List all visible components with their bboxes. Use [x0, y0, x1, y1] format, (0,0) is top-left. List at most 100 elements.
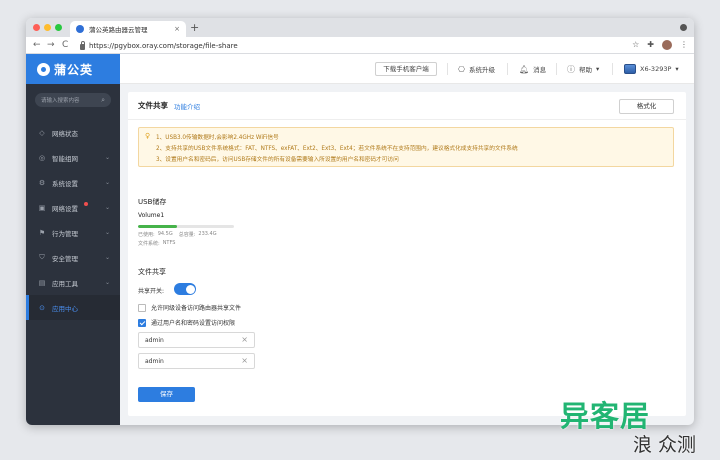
notice-box: ♀ 1、USB3.0传输数据时,会影响2.4GHz WiFi信号 2、支持共享的…	[138, 127, 674, 167]
share-section-title: 文件共享	[138, 268, 166, 276]
sidebar-item-label: 网络状态	[52, 129, 78, 138]
page-title: 文件共享	[138, 101, 168, 110]
reload-button[interactable]: C	[62, 39, 68, 51]
extensions-icon[interactable]: ✚	[647, 39, 654, 51]
bulb-icon: ♀	[145, 132, 151, 140]
maximize-window-button[interactable]	[55, 24, 62, 31]
password-input[interactable]	[145, 357, 242, 365]
sidebar: 请输入搜索内容 ⌕ ◇ 网络状态 ◎ 智能组网 ⌄ ⚙ 系统设置 ⌄ ▣ 网络设…	[26, 84, 120, 425]
device-menu-button[interactable]: X6-3293P ▾	[624, 63, 679, 75]
header-divider	[556, 63, 557, 75]
browser-tab[interactable]: 蒲公英路由器云管理 ×	[70, 21, 186, 37]
chevron-down-icon: ▾	[675, 65, 679, 73]
toggle-knob	[185, 284, 195, 294]
messages-label: 消息	[533, 66, 547, 74]
sidebar-item-label: 行为管理	[52, 229, 78, 238]
bookmark-star-icon[interactable]: ☆	[632, 39, 639, 51]
new-tab-button[interactable]: +	[190, 21, 199, 35]
used-label: 已使用:	[138, 232, 155, 238]
sidebar-search[interactable]: 请输入搜索内容 ⌕	[35, 93, 111, 107]
notice-line: 3、设置用户名和密码后，访问USB存储文件的所有设备需要输入所设置的用户名和密码…	[156, 157, 399, 163]
sidebar-item-label: 应用中心	[52, 304, 78, 313]
networking-icon: ◎	[38, 153, 46, 162]
forward-button[interactable]: →	[47, 39, 55, 51]
share-toggle[interactable]	[174, 283, 196, 295]
auth-checkbox[interactable]	[138, 318, 146, 327]
file-share-card: 文件共享 功能介绍 格式化 ♀ 1、USB3.0传输数据时,会影响2.4GHz …	[128, 92, 686, 416]
password-field[interactable]: ×	[138, 353, 255, 369]
option-same-level-access[interactable]: 允许同级设备访问路由器共享文件	[138, 303, 241, 312]
title-divider	[128, 119, 686, 120]
tab-bar: 蒲公英路由器云管理 × +	[26, 18, 694, 37]
header-divider	[612, 63, 613, 75]
sidebar-item-app-tools[interactable]: ▤ 应用工具 ⌄	[26, 270, 120, 295]
search-icon[interactable]: ⌕	[101, 96, 105, 105]
network-status-icon: ◇	[39, 128, 45, 137]
usage-bar-fill	[138, 225, 177, 228]
watermark-main: 异客居	[560, 399, 651, 433]
username-field[interactable]: ×	[138, 332, 255, 348]
url-field[interactable]: https://pgybox.oray.com/storage/file-sha…	[80, 39, 620, 52]
feature-intro-link[interactable]: 功能介绍	[174, 101, 200, 111]
sidebar-item-label: 安全管理	[52, 254, 78, 263]
browser-close-icon[interactable]	[680, 24, 687, 31]
sidebar-item-label: 网络设置	[52, 204, 78, 213]
upgrade-label: 系统升级	[468, 66, 495, 74]
profile-avatar[interactable]	[662, 40, 672, 50]
menu-kebab-icon[interactable]: ⋮	[680, 39, 688, 51]
close-window-button[interactable]	[33, 24, 40, 31]
format-button[interactable]: 格式化	[619, 99, 674, 114]
fs-value: NTFS	[162, 240, 176, 246]
same-level-checkbox[interactable]	[138, 303, 146, 312]
search-input[interactable]: 请输入搜索内容	[41, 96, 101, 104]
network-settings-icon: ▣	[38, 203, 46, 212]
chevron-down-icon: ⌄	[104, 154, 110, 161]
usage-text: 已使用: 94.5G 总容量: 233.4G	[138, 231, 217, 238]
sidebar-item-smart-networking[interactable]: ◎ 智能组网 ⌄	[26, 145, 120, 170]
filesystem-text: 文件系统: NTFS	[138, 240, 175, 247]
sidebar-item-network-status[interactable]: ◇ 网络状态	[26, 120, 120, 145]
clear-icon[interactable]: ×	[241, 356, 248, 366]
shield-icon: ⛉	[39, 253, 45, 261]
sidebar-item-security-management[interactable]: ⛉ 安全管理 ⌄	[26, 245, 120, 270]
used-value: 94.5G	[157, 231, 173, 237]
notice-line: 1、USB3.0传输数据时,会影响2.4GHz WiFi信号	[156, 135, 279, 141]
sidebar-item-label: 系统设置	[52, 179, 78, 188]
behavior-icon: ⚑	[38, 228, 46, 237]
sidebar-item-system-settings[interactable]: ⚙ 系统设置 ⌄	[26, 170, 120, 195]
volume-name: Volume1	[138, 212, 165, 219]
minimize-window-button[interactable]	[44, 24, 51, 31]
window-controls	[33, 24, 62, 31]
checkbox-label: 允许同级设备访问路由器共享文件	[151, 305, 242, 312]
help-menu-button[interactable]: ⓘ 帮助 ▾	[567, 63, 599, 75]
tab-title: 蒲公英路由器云管理	[89, 26, 148, 34]
clear-icon[interactable]: ×	[241, 335, 248, 345]
gear-icon: ⚙	[38, 178, 46, 187]
logo-text: 蒲公英	[54, 62, 94, 77]
share-switch-label: 共享开关:	[138, 288, 165, 295]
tab-close-icon[interactable]: ×	[174, 25, 180, 33]
lock-icon	[80, 40, 85, 50]
sidebar-item-network-settings[interactable]: ▣ 网络设置 ⌄	[26, 195, 120, 220]
sidebar-item-app-center[interactable]: ⊙ 应用中心	[26, 295, 120, 320]
back-button[interactable]: ←	[33, 39, 41, 51]
chevron-down-icon: ⌄	[104, 204, 110, 211]
download-client-button[interactable]: 下载手机客户端	[375, 62, 437, 76]
notice-line: 2、支持共享的USB文件系统格式：FAT、NTFS、exFAT、Ext2、Ext…	[156, 146, 518, 152]
router-icon	[624, 64, 636, 74]
help-label: 帮助	[579, 66, 592, 74]
address-bar: ← → C https://pgybox.oray.com/storage/fi…	[26, 37, 694, 54]
chevron-down-icon: ⌄	[104, 229, 110, 236]
system-upgrade-button[interactable]: ⎔ 系统升级	[458, 63, 495, 75]
total-label: 总容量:	[178, 232, 196, 238]
sidebar-item-behavior-management[interactable]: ⚑ 行为管理 ⌄	[26, 220, 120, 245]
device-name: X6-3293P	[640, 65, 672, 73]
header-divider	[507, 63, 508, 75]
option-auth-access[interactable]: 通过用户名和密码设置访问权限	[138, 318, 235, 327]
total-value: 233.4G	[198, 231, 217, 237]
browser-window: 蒲公英路由器云管理 × + ← → C https://pgybox.oray.…	[26, 18, 694, 425]
messages-button[interactable]: 🔔︎ 消息	[519, 63, 546, 75]
username-input[interactable]	[145, 336, 242, 344]
save-button[interactable]: 保存	[138, 387, 195, 402]
brand-logo[interactable]: 蒲公英	[26, 54, 120, 84]
